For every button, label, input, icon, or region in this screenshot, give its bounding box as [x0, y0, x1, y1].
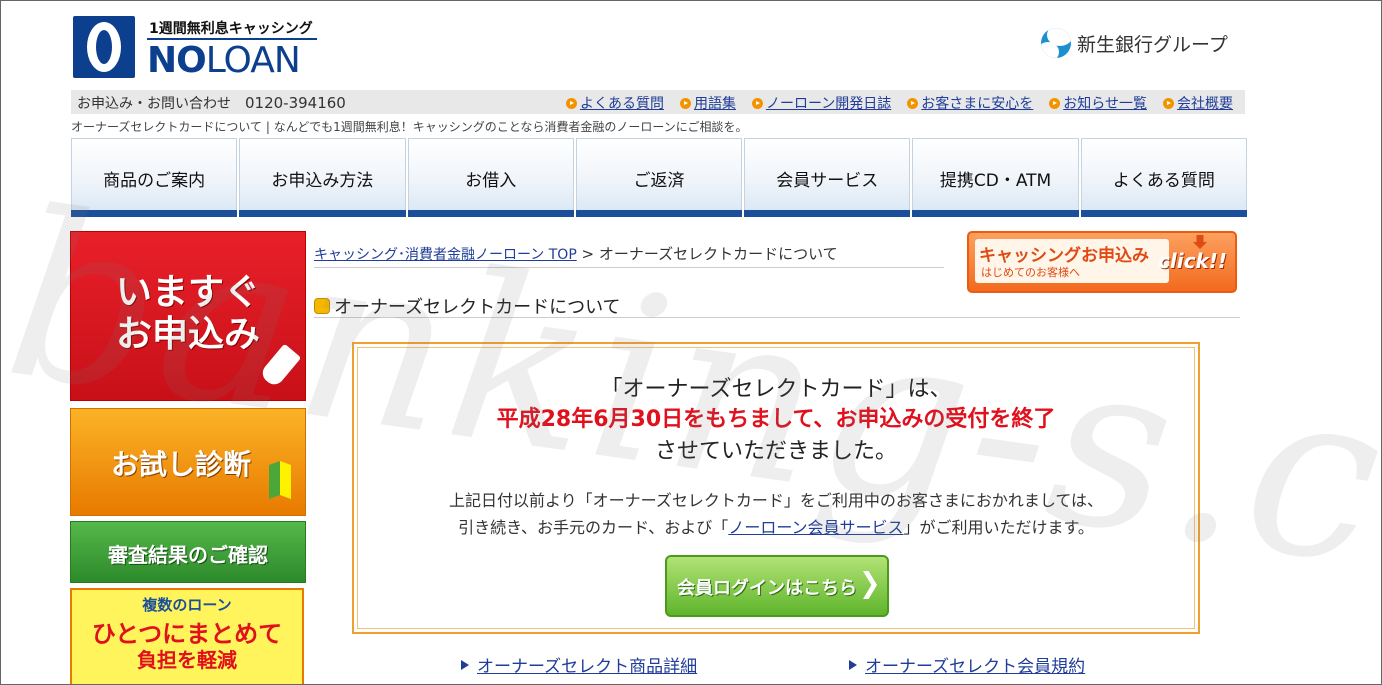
cta-click-text: click!! [1158, 249, 1227, 273]
shinsei-group-logo[interactable]: 新生銀行グループ [1041, 27, 1228, 59]
link-company[interactable]: 会社概要 [1163, 93, 1233, 113]
consolidation-line3: 負担を軽減 [137, 648, 237, 672]
triangle-bullet-icon [461, 659, 469, 670]
notice-body2: 引き続き、お手元のカード、および「ノーローン会員サービス」がご利用いただけます。 [458, 518, 1094, 537]
arrow-bullet-icon [679, 97, 691, 109]
nav-borrowing[interactable]: お借入 [407, 138, 575, 217]
logo-tagline: 1週間無利息キャッシング [149, 21, 313, 37]
apply-cta-button[interactable]: キャッシングお申込み はじめてのお客様へ click!! [967, 231, 1237, 293]
group-name: 新生銀行グループ [1077, 33, 1228, 56]
logo-brand: NOLOAN [147, 40, 301, 81]
page-frame: 1週間無利息キャッシング NOLOAN 新生銀行グループ お申込み・お問い合わせ… [0, 0, 1382, 685]
login-label: 会員ログインはこちら [677, 578, 857, 599]
member-login-button[interactable]: 会員ログインはこちら [665, 555, 889, 617]
shinsei-icon [1041, 28, 1071, 58]
beginner-mark-icon [269, 463, 291, 497]
nav-member-service[interactable]: 会員サービス [744, 138, 911, 217]
arrow-bullet-icon [565, 97, 577, 109]
page-heading: オーナーズセレクトカードについて [314, 295, 1240, 318]
phone-number: 0120-394160 [245, 94, 346, 112]
product-details-link[interactable]: オーナーズセレクト商品詳細 [461, 652, 697, 677]
nav-how-to-apply[interactable]: お申込み方法 [239, 138, 406, 217]
page-description: オーナーズセレクトカードについて | なんどでも1週間無利息！キャッシングのこと… [71, 120, 748, 134]
arrow-bullet-icon [1163, 97, 1174, 109]
down-arrow-icon [1193, 235, 1207, 249]
apply-now-banner[interactable]: いますぐ お申込み [70, 231, 306, 401]
contact-label: お申込み・お問い合わせ [77, 96, 231, 112]
breadcrumb-current: オーナーズセレクトカードについて [598, 245, 838, 263]
heading-bullet-icon [314, 298, 330, 314]
consolidation-banner[interactable]: 複数のローン ひとつにまとめて 負担を軽減 [70, 588, 304, 684]
arrow-bullet-icon [1049, 97, 1061, 109]
link-dev-diary[interactable]: ノーローン開発日誌 [751, 93, 891, 113]
cta-subtitle: はじめてのお客様へ [981, 266, 1080, 279]
notice-line2: 平成28年6月30日をもちまして、お申込みの受付を終了 [496, 407, 1056, 432]
contact-info: お申込み・お問い合わせ 0120-394160 [77, 93, 346, 113]
breadcrumb-home[interactable]: キャッシング･消費者金融ノーローン TOP [314, 247, 577, 263]
consolidation-line1: 複数のローン [142, 596, 232, 614]
check-result-banner[interactable]: 審査結果のご確認 [70, 521, 306, 583]
notice-line3: させていただきました。 [654, 439, 897, 464]
nav-atm[interactable]: 提携CD・ATM [912, 138, 1079, 217]
check-result-text: 審査結果のご確認 [108, 543, 268, 567]
link-faq[interactable]: よくある質問 [565, 93, 664, 113]
apply-now-text: いますぐ お申込み [115, 272, 260, 355]
link-safety[interactable]: お客さまに安心を [907, 93, 1033, 113]
notice-body1: 上記日付以前より「オーナーズセレクトカード」をご利用中のお客さまにおかれましては… [448, 491, 1104, 510]
utility-links: よくある質問 用語集 ノーローン開発日誌 お客さまに安心を お知らせ一覧 会社概… [565, 93, 1233, 113]
global-nav: 商品のご案内 お申込み方法 お借入 ご返済 会員サービス 提携CD・ATM よく… [71, 138, 1248, 217]
link-glossary[interactable]: 用語集 [679, 93, 736, 113]
trial-text: お試し診断 [111, 448, 252, 481]
breadcrumb: キャッシング･消費者金融ノーローン TOP > オーナーズセレクトカードについて [314, 243, 944, 268]
member-service-link[interactable]: ノーローン会員サービス [728, 518, 903, 537]
trial-diagnosis-banner[interactable]: お試し診断 [70, 408, 306, 516]
noloan-logo[interactable]: 1週間無利息キャッシング NOLOAN [73, 16, 318, 81]
info-bar: お申込み・お問い合わせ 0120-394160 よくある質問 用語集 ノーローン開… [71, 90, 1245, 114]
nav-products[interactable]: 商品のご案内 [71, 138, 238, 217]
notice-line1: 「オーナーズセレクトカード」は、 [600, 377, 952, 402]
notice-box: 「オーナーズセレクトカード」は、 平成28年6月30日をもちまして、お申込みの受… [352, 342, 1200, 634]
cta-title: キャッシングお申込み [979, 246, 1149, 266]
link-news[interactable]: お知らせ一覧 [1049, 93, 1147, 113]
logo-mark [73, 16, 135, 78]
nav-repayment[interactable]: ご返済 [575, 138, 743, 217]
member-terms-link[interactable]: オーナーズセレクト会員規約 [849, 652, 1085, 677]
arrow-bullet-icon [751, 97, 763, 109]
triangle-bullet-icon [849, 659, 857, 670]
arrow-bullet-icon [907, 97, 919, 109]
nav-faq[interactable]: よくある質問 [1080, 138, 1248, 217]
